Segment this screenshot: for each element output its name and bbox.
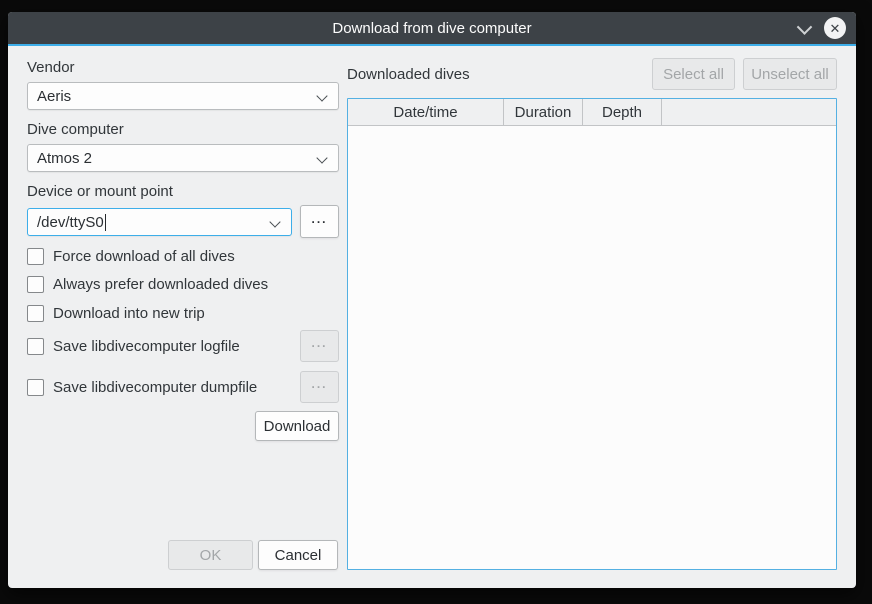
table-body-empty [348,126,836,569]
cancel-button[interactable]: Cancel [258,540,338,570]
chevron-down-icon [316,90,327,101]
titlebar-accent-line [8,44,856,46]
vendor-value: Aeris [37,88,71,105]
checkbox-label: Force download of all dives [53,248,235,265]
save-logfile-row: Save libdivecomputer logfile [27,335,240,357]
device-browse-button[interactable]: ... [300,205,339,238]
save-dumpfile-checkbox[interactable] [27,379,44,396]
dive-computer-label: Dive computer [27,121,124,138]
select-all-button[interactable]: Select all [652,58,735,90]
checkbox-label: Save libdivecomputer logfile [53,338,240,355]
checkbox-label: Download into new trip [53,305,205,322]
column-header-duration[interactable]: Duration [504,99,583,125]
chevron-down-icon[interactable] [799,23,810,34]
prefer-downloaded-row: Always prefer downloaded dives [27,273,268,295]
chevron-down-icon [269,216,280,227]
dive-computer-select[interactable]: Atmos 2 [27,144,339,172]
logfile-browse-button[interactable]: ... [300,330,339,362]
ok-button[interactable]: OK [168,540,253,570]
device-label: Device or mount point [27,183,173,200]
downloaded-dives-table[interactable]: Date/time Duration Depth [347,98,837,570]
downloaded-dives-heading: Downloaded dives [347,66,470,83]
checkbox-label: Always prefer downloaded dives [53,276,268,293]
ellipsis-label: ... [311,384,327,390]
close-icon[interactable]: ✕ [824,17,846,39]
vendor-select[interactable]: Aeris [27,82,339,110]
unselect-all-button[interactable]: Unselect all [743,58,837,90]
table-header-row: Date/time Duration Depth [348,99,836,126]
save-logfile-checkbox[interactable] [27,338,44,355]
download-button[interactable]: Download [255,411,339,441]
dive-computer-value: Atmos 2 [37,150,92,167]
chevron-down-icon [316,152,327,163]
force-download-row: Force download of all dives [27,245,235,267]
new-trip-checkbox[interactable] [27,305,44,322]
force-download-checkbox[interactable] [27,248,44,265]
column-header-empty [662,99,836,125]
device-input[interactable]: /dev/ttyS0 [27,208,292,236]
vendor-label: Vendor [27,59,75,76]
titlebar: Download from dive computer ✕ [8,12,856,44]
window-title: Download from dive computer [332,20,531,37]
device-value: /dev/ttyS0 [37,214,104,231]
dumpfile-browse-button[interactable]: ... [300,371,339,403]
checkbox-label: Save libdivecomputer dumpfile [53,379,257,396]
text-caret [105,214,106,231]
download-dialog: Download from dive computer ✕ Vendor Aer… [8,12,856,588]
ellipsis-label: ... [311,219,327,225]
new-trip-row: Download into new trip [27,302,205,324]
ellipsis-label: ... [311,343,327,349]
save-dumpfile-row: Save libdivecomputer dumpfile [27,376,257,398]
column-header-datetime[interactable]: Date/time [348,99,504,125]
prefer-downloaded-checkbox[interactable] [27,276,44,293]
column-header-depth[interactable]: Depth [583,99,662,125]
